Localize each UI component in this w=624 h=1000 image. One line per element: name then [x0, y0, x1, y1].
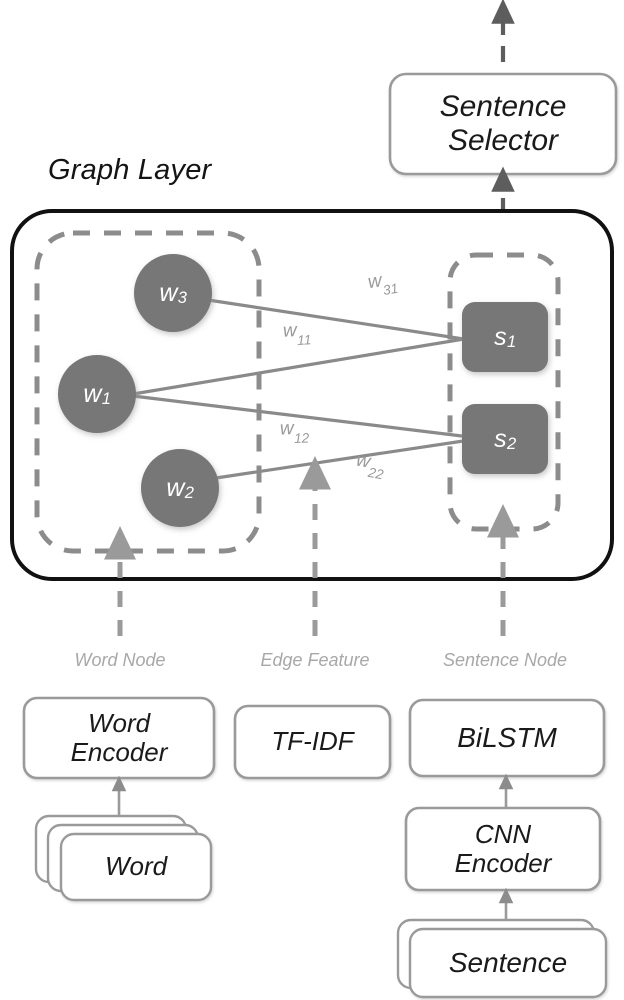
edge-w31-sub: 31: [381, 280, 400, 298]
label-word-node: Word Node: [74, 650, 166, 670]
edge-w11-base: w: [282, 320, 298, 342]
edge-w12-sub: 12: [293, 430, 310, 446]
edge-label-w12: w12: [279, 418, 310, 446]
tfidf-box[interactable]: [233, 704, 392, 780]
edge-w11-sub: 11: [296, 332, 312, 348]
sentence-input-stack[interactable]: [396, 918, 608, 999]
node-w1: [58, 355, 136, 433]
cnn-encoder-box[interactable]: [404, 806, 602, 892]
edge-w31-base: w: [366, 270, 384, 294]
edge-label-w31: w31: [366, 268, 400, 298]
sentence-selector-box[interactable]: [388, 72, 618, 176]
node-s1: [462, 302, 548, 372]
graph-layer-title: Graph Layer: [48, 154, 212, 186]
label-edge-feature: Edge Feature: [260, 650, 370, 670]
edge-label-w22: w22: [354, 450, 387, 482]
word-encoder-box[interactable]: [22, 696, 216, 780]
node-w2: [141, 449, 219, 527]
node-w3: [134, 254, 212, 332]
diagram-vector-layer: [10, 0, 618, 999]
bilstm-box[interactable]: [408, 698, 606, 778]
edge-label-w11: w11: [282, 319, 311, 348]
diagram-canvas: Graph Layer Sentence Selector w3 w1 w2 s…: [0, 0, 624, 1000]
edge-w12-base: w: [279, 418, 295, 440]
label-sentence-node: Sentence Node: [442, 650, 568, 670]
node-s2: [462, 404, 548, 474]
edge-w22-sub: 22: [366, 464, 385, 483]
word-input-stack[interactable]: [34, 814, 213, 902]
